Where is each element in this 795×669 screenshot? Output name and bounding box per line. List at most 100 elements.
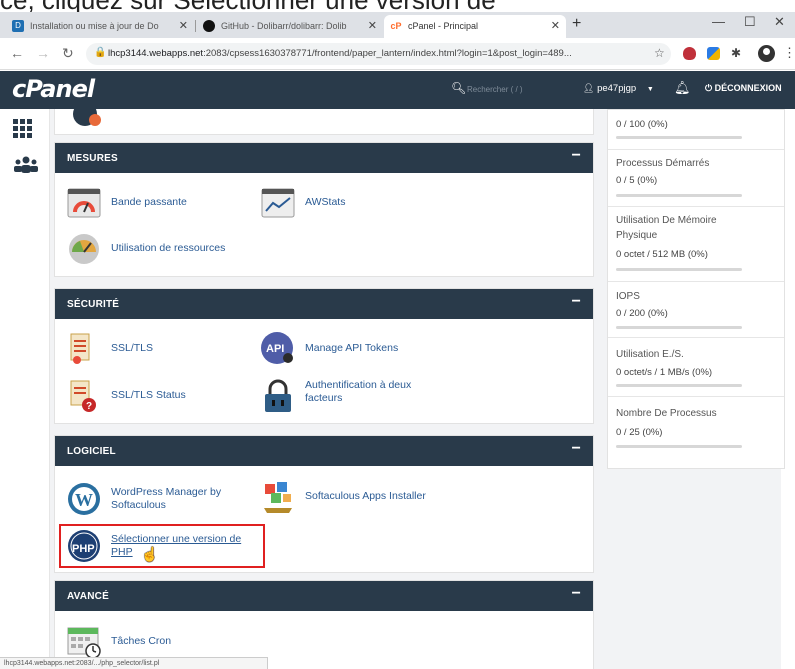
stat-value: 0 / 5 (0%) [616, 175, 658, 186]
stat-row: 0 / 100 (0%) [608, 110, 784, 150]
cpanel-favicon-icon: cP [390, 21, 402, 31]
extension-icon[interactable] [707, 47, 720, 60]
back-icon[interactable]: ← [10, 45, 24, 61]
wordpress-manager-link[interactable]: W WordPress Manager by Softaculous [67, 482, 247, 518]
stat-row: Processus Démarrés 0 / 5 (0%) [608, 150, 784, 207]
softaculous-link[interactable]: Softaculous Apps Installer [261, 480, 461, 516]
stat-value: 0 octet / 512 MB (0%) [616, 249, 708, 260]
panel-header-mesures[interactable]: MESURES − [55, 143, 593, 173]
stat-label: Nombre De Processus [616, 408, 717, 419]
item-label: WordPress Manager by Softaculous [111, 486, 222, 511]
panel-header-securite[interactable]: SÉCURITÉ − [55, 289, 593, 319]
collapse-icon[interactable]: − [571, 585, 581, 603]
cpanel-logo[interactable]: cPanel [12, 75, 95, 103]
forward-icon[interactable]: → [36, 45, 50, 61]
browser-tab-github[interactable]: GitHub - Dolibarr/dolibarr: Dolib ✕ [197, 15, 383, 38]
browser-tab-cpanel[interactable]: cP cPanel - Principal ✕ [384, 15, 566, 38]
close-tab-icon[interactable]: ✕ [551, 19, 560, 32]
panel-securite: SÉCURITÉ − SSL/TLS API Manage API Tokens [54, 288, 594, 424]
panel-header-logiciel[interactable]: LOGICIEL − [55, 436, 593, 466]
stat-value: 0 / 200 (0%) [616, 308, 668, 319]
username: pe47pjgp [597, 83, 637, 94]
chevron-down-icon: ▼ [646, 86, 654, 93]
panel-title: MESURES [67, 153, 118, 164]
panel-logiciel: LOGICIEL − W WordPress Manager by Softac… [54, 435, 594, 573]
address-bar[interactable]: 🔒 lhcp3144.webapps.net:2083/cpsess163037… [86, 43, 671, 65]
bookmark-star-icon[interactable]: ☆ [654, 46, 665, 60]
users-icon[interactable] [13, 155, 39, 180]
new-tab-button[interactable]: + [572, 15, 581, 33]
two-factor-auth-link[interactable]: Authentification à deux facteurs [261, 377, 436, 417]
stat-label: Utilisation E./S. [616, 349, 684, 360]
tab-label: cPanel - Principal [408, 21, 479, 31]
cpanel-search-input[interactable]: 🔍︎ Rechercher ( / ) [447, 81, 565, 99]
extensions-puzzle-icon[interactable]: ✱ [731, 46, 741, 60]
padlock-icon [265, 379, 291, 412]
url-host: lhcp3144.webapps.net [108, 48, 204, 59]
reload-icon[interactable]: ↻ [62, 45, 74, 62]
stat-row: Utilisation De Mémoire Physique 0 octet … [608, 207, 784, 282]
logout-button[interactable]: ⏻ DÉCONNEXION [705, 83, 782, 94]
close-tab-icon[interactable]: ✕ [368, 19, 377, 32]
item-label: Utilisation de ressources [111, 242, 226, 254]
collapse-icon[interactable]: − [571, 440, 581, 458]
main-content: MESURES − Bande passante AWStats Utilisa… [50, 109, 605, 669]
utilisation-ressources-link[interactable]: Utilisation de ressources [67, 232, 267, 268]
tab-label: Installation ou mise à jour de Do [30, 21, 159, 31]
stat-label: Utilisation De Mémoire Physique [616, 215, 717, 241]
ssl-certificate-icon [70, 333, 90, 364]
profile-avatar-icon[interactable] [758, 45, 775, 62]
panel-avance: AVANCÉ − Tâches Cron [54, 580, 594, 669]
cron-jobs-link[interactable]: Tâches Cron [67, 625, 227, 661]
ssl-tls-status-link[interactable]: ? SSL/TLS Status [67, 379, 227, 415]
svg-text:W: W [75, 490, 93, 510]
api-token-icon: API [261, 332, 293, 364]
stat-progress-bar [616, 136, 742, 139]
bande-passante-link[interactable]: Bande passante [67, 186, 237, 222]
close-tab-icon[interactable]: ✕ [179, 19, 188, 32]
panel-title: LOGICIEL [67, 446, 116, 457]
panel-title: AVANCÉ [67, 591, 109, 602]
item-label: Authentification à deux facteurs [305, 379, 412, 404]
browser-menu-icon[interactable]: ⋮ [783, 45, 795, 61]
cpanel-header: cPanel 🔍︎ Rechercher ( / ) 👤︎ pe47pjgp ▼… [0, 71, 795, 109]
close-window-icon[interactable]: ✕ [774, 14, 785, 30]
notifications-bell-icon[interactable]: 🔔︎ [674, 80, 691, 96]
url-path: :2083/cpsess1630378771/frontend/paper_la… [203, 48, 572, 59]
browser-tab-dolibarr-install[interactable]: D Installation ou mise à jour de Do ✕ [6, 15, 194, 38]
logout-label: DÉCONNEXION [714, 83, 782, 93]
panel-previous [54, 109, 594, 135]
item-label: SSL/TLS [111, 342, 154, 354]
svg-text:API: API [266, 343, 284, 355]
collapse-icon[interactable]: − [571, 147, 581, 165]
grid-home-icon[interactable] [13, 119, 33, 144]
php-icon: PHP [68, 530, 100, 562]
browser-tab-bar: D Installation ou mise à jour de Do ✕ Gi… [0, 12, 795, 38]
stat-progress-bar [616, 194, 742, 197]
partial-icon [73, 109, 101, 126]
github-icon [203, 20, 215, 32]
extension-shield-icon[interactable] [683, 47, 696, 60]
item-label: SSL/TLS Status [111, 389, 186, 401]
panel-header-avance[interactable]: AVANCÉ − [55, 581, 593, 611]
tab-label: GitHub - Dolibarr/dolibarr: Dolib [221, 21, 347, 31]
ssl-tls-link[interactable]: SSL/TLS [67, 332, 227, 368]
stat-label: IOPS [616, 291, 640, 302]
select-php-version-link[interactable]: PHP Sélectionner une version de PHP [67, 529, 257, 565]
user-menu[interactable]: 👤︎ pe47pjgp ▼ [583, 83, 654, 94]
maximize-icon[interactable]: ☐ [744, 14, 756, 30]
manage-api-tokens-link[interactable]: API Manage API Tokens [261, 332, 431, 368]
awstats-link[interactable]: AWStats [261, 186, 411, 222]
collapse-icon[interactable]: − [571, 293, 581, 311]
search-icon: 🔍︎ [451, 81, 467, 95]
minimize-icon[interactable]: — [712, 14, 725, 29]
bandwidth-gauge-icon [67, 188, 101, 218]
ssl-status-icon: ? [70, 380, 96, 412]
stat-value: 0 octet/s / 1 MB/s (0%) [616, 367, 713, 378]
svg-text:?: ? [86, 401, 92, 412]
resource-usage-gauge-icon [69, 234, 99, 264]
tab-divider [195, 20, 196, 32]
video-caption: ce, cliquez sur Sélectionner une version… [0, 0, 496, 12]
panel-mesures: MESURES − Bande passante AWStats Utilisa… [54, 142, 594, 277]
awstats-chart-icon [261, 188, 295, 218]
